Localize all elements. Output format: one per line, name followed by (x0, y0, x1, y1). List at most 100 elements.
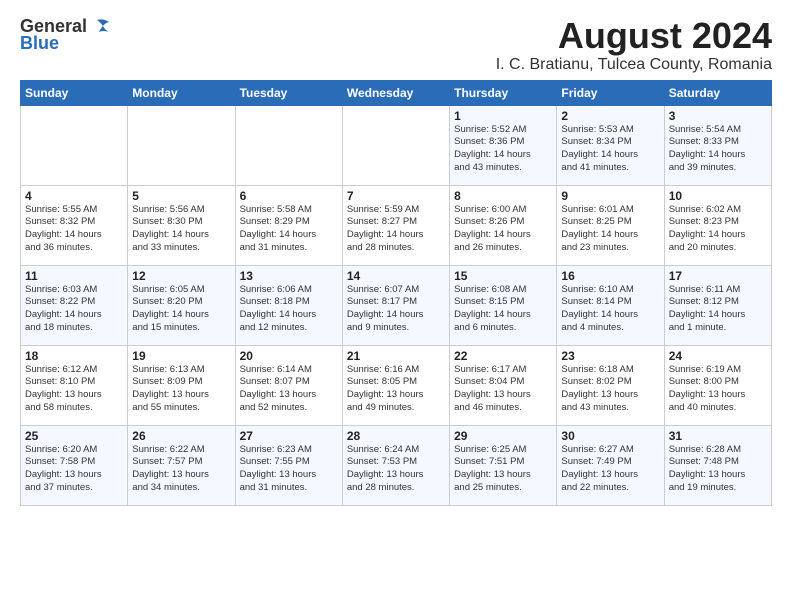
table-row: 20Sunrise: 6:14 AMSunset: 8:07 PMDayligh… (235, 345, 342, 425)
day-number: 6 (240, 189, 338, 203)
day-info: Sunrise: 6:07 AMSunset: 8:17 PMDaylight:… (347, 284, 445, 335)
table-row (128, 105, 235, 185)
table-row: 28Sunrise: 6:24 AMSunset: 7:53 PMDayligh… (342, 425, 449, 505)
day-number: 10 (669, 189, 767, 203)
day-info: Sunrise: 5:56 AMSunset: 8:30 PMDaylight:… (132, 204, 230, 255)
day-number: 11 (25, 269, 123, 283)
day-number: 24 (669, 349, 767, 363)
calendar-week-row: 1Sunrise: 5:52 AMSunset: 8:36 PMDaylight… (21, 105, 772, 185)
day-info: Sunrise: 6:23 AMSunset: 7:55 PMDaylight:… (240, 444, 338, 495)
table-row: 26Sunrise: 6:22 AMSunset: 7:57 PMDayligh… (128, 425, 235, 505)
table-row: 22Sunrise: 6:17 AMSunset: 8:04 PMDayligh… (450, 345, 557, 425)
day-number: 17 (669, 269, 767, 283)
day-number: 23 (561, 349, 659, 363)
logo-blue: Blue (20, 33, 59, 54)
calendar-week-row: 11Sunrise: 6:03 AMSunset: 8:22 PMDayligh… (21, 265, 772, 345)
day-info: Sunrise: 6:08 AMSunset: 8:15 PMDaylight:… (454, 284, 552, 335)
day-number: 27 (240, 429, 338, 443)
day-info: Sunrise: 6:06 AMSunset: 8:18 PMDaylight:… (240, 284, 338, 335)
table-row: 8Sunrise: 6:00 AMSunset: 8:26 PMDaylight… (450, 185, 557, 265)
logo-bird-icon (89, 18, 111, 34)
day-number: 26 (132, 429, 230, 443)
table-row: 15Sunrise: 6:08 AMSunset: 8:15 PMDayligh… (450, 265, 557, 345)
day-info: Sunrise: 6:01 AMSunset: 8:25 PMDaylight:… (561, 204, 659, 255)
day-number: 14 (347, 269, 445, 283)
day-info: Sunrise: 6:19 AMSunset: 8:00 PMDaylight:… (669, 364, 767, 415)
day-info: Sunrise: 6:28 AMSunset: 7:48 PMDaylight:… (669, 444, 767, 495)
day-info: Sunrise: 6:20 AMSunset: 7:58 PMDaylight:… (25, 444, 123, 495)
day-number: 5 (132, 189, 230, 203)
day-info: Sunrise: 6:27 AMSunset: 7:49 PMDaylight:… (561, 444, 659, 495)
calendar-week-row: 25Sunrise: 6:20 AMSunset: 7:58 PMDayligh… (21, 425, 772, 505)
table-row: 21Sunrise: 6:16 AMSunset: 8:05 PMDayligh… (342, 345, 449, 425)
day-info: Sunrise: 6:10 AMSunset: 8:14 PMDaylight:… (561, 284, 659, 335)
table-row: 23Sunrise: 6:18 AMSunset: 8:02 PMDayligh… (557, 345, 664, 425)
day-info: Sunrise: 6:13 AMSunset: 8:09 PMDaylight:… (132, 364, 230, 415)
day-number: 16 (561, 269, 659, 283)
table-row: 10Sunrise: 6:02 AMSunset: 8:23 PMDayligh… (664, 185, 771, 265)
header-thursday: Thursday (450, 80, 557, 105)
table-row: 27Sunrise: 6:23 AMSunset: 7:55 PMDayligh… (235, 425, 342, 505)
location-title: I. C. Bratianu, Tulcea County, Romania (496, 56, 772, 74)
day-info: Sunrise: 6:17 AMSunset: 8:04 PMDaylight:… (454, 364, 552, 415)
day-number: 29 (454, 429, 552, 443)
day-info: Sunrise: 5:55 AMSunset: 8:32 PMDaylight:… (25, 204, 123, 255)
day-number: 21 (347, 349, 445, 363)
day-info: Sunrise: 6:11 AMSunset: 8:12 PMDaylight:… (669, 284, 767, 335)
day-info: Sunrise: 6:22 AMSunset: 7:57 PMDaylight:… (132, 444, 230, 495)
day-number: 15 (454, 269, 552, 283)
header-saturday: Saturday (664, 80, 771, 105)
day-info: Sunrise: 6:05 AMSunset: 8:20 PMDaylight:… (132, 284, 230, 335)
table-row: 6Sunrise: 5:58 AMSunset: 8:29 PMDaylight… (235, 185, 342, 265)
table-row (235, 105, 342, 185)
table-row: 31Sunrise: 6:28 AMSunset: 7:48 PMDayligh… (664, 425, 771, 505)
table-row (21, 105, 128, 185)
day-info: Sunrise: 6:02 AMSunset: 8:23 PMDaylight:… (669, 204, 767, 255)
day-number: 25 (25, 429, 123, 443)
day-number: 2 (561, 109, 659, 123)
day-number: 28 (347, 429, 445, 443)
day-number: 13 (240, 269, 338, 283)
page: General Blue August 2024 I. C. Bratianu,… (0, 0, 792, 516)
table-row: 29Sunrise: 6:25 AMSunset: 7:51 PMDayligh… (450, 425, 557, 505)
table-row: 3Sunrise: 5:54 AMSunset: 8:33 PMDaylight… (664, 105, 771, 185)
day-number: 20 (240, 349, 338, 363)
day-info: Sunrise: 6:14 AMSunset: 8:07 PMDaylight:… (240, 364, 338, 415)
day-number: 9 (561, 189, 659, 203)
day-number: 31 (669, 429, 767, 443)
header: General Blue August 2024 I. C. Bratianu,… (20, 16, 772, 74)
day-info: Sunrise: 6:18 AMSunset: 8:02 PMDaylight:… (561, 364, 659, 415)
day-info: Sunrise: 6:24 AMSunset: 7:53 PMDaylight:… (347, 444, 445, 495)
day-number: 4 (25, 189, 123, 203)
calendar-table: Sunday Monday Tuesday Wednesday Thursday… (20, 80, 772, 506)
day-info: Sunrise: 6:16 AMSunset: 8:05 PMDaylight:… (347, 364, 445, 415)
table-row: 19Sunrise: 6:13 AMSunset: 8:09 PMDayligh… (128, 345, 235, 425)
header-tuesday: Tuesday (235, 80, 342, 105)
table-row: 30Sunrise: 6:27 AMSunset: 7:49 PMDayligh… (557, 425, 664, 505)
table-row: 14Sunrise: 6:07 AMSunset: 8:17 PMDayligh… (342, 265, 449, 345)
month-title: August 2024 (496, 16, 772, 56)
day-number: 18 (25, 349, 123, 363)
table-row: 2Sunrise: 5:53 AMSunset: 8:34 PMDaylight… (557, 105, 664, 185)
calendar-week-row: 18Sunrise: 6:12 AMSunset: 8:10 PMDayligh… (21, 345, 772, 425)
calendar-week-row: 4Sunrise: 5:55 AMSunset: 8:32 PMDaylight… (21, 185, 772, 265)
header-monday: Monday (128, 80, 235, 105)
table-row (342, 105, 449, 185)
table-row: 13Sunrise: 6:06 AMSunset: 8:18 PMDayligh… (235, 265, 342, 345)
day-number: 30 (561, 429, 659, 443)
day-info: Sunrise: 5:52 AMSunset: 8:36 PMDaylight:… (454, 124, 552, 175)
table-row: 11Sunrise: 6:03 AMSunset: 8:22 PMDayligh… (21, 265, 128, 345)
header-wednesday: Wednesday (342, 80, 449, 105)
logo: General Blue (20, 16, 111, 54)
table-row: 9Sunrise: 6:01 AMSunset: 8:25 PMDaylight… (557, 185, 664, 265)
day-info: Sunrise: 6:12 AMSunset: 8:10 PMDaylight:… (25, 364, 123, 415)
title-section: August 2024 I. C. Bratianu, Tulcea Count… (496, 16, 772, 74)
day-number: 19 (132, 349, 230, 363)
table-row: 17Sunrise: 6:11 AMSunset: 8:12 PMDayligh… (664, 265, 771, 345)
day-number: 7 (347, 189, 445, 203)
day-info: Sunrise: 5:59 AMSunset: 8:27 PMDaylight:… (347, 204, 445, 255)
table-row: 5Sunrise: 5:56 AMSunset: 8:30 PMDaylight… (128, 185, 235, 265)
table-row: 7Sunrise: 5:59 AMSunset: 8:27 PMDaylight… (342, 185, 449, 265)
header-sunday: Sunday (21, 80, 128, 105)
day-info: Sunrise: 5:58 AMSunset: 8:29 PMDaylight:… (240, 204, 338, 255)
